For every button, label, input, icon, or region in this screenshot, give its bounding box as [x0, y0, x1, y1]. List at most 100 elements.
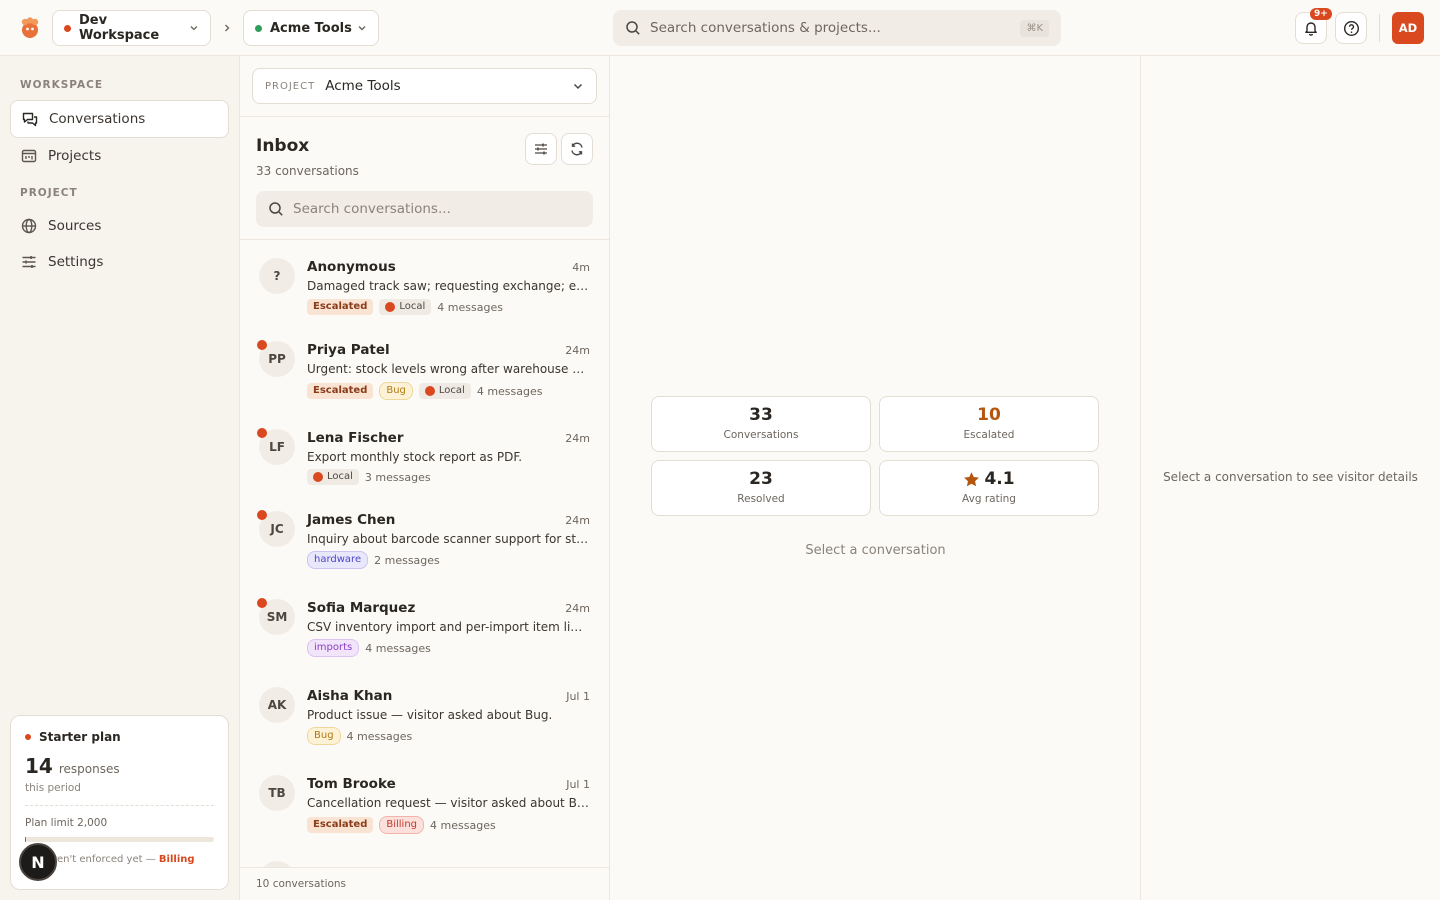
project-select-value: Acme Tools — [325, 78, 401, 94]
avatar: ? — [259, 258, 295, 294]
conversation-search-placeholder: Search conversations... — [293, 201, 451, 217]
conversation-visitor-name: Priya Patel — [307, 342, 390, 358]
workspace-status-dot — [64, 24, 71, 32]
conversation-time: 4m — [572, 261, 590, 274]
workspace-switcher[interactable]: Dev Workspace — [52, 10, 211, 46]
conversation-row[interactable]: PP Priya Patel 24m Urgent: stock levels wro… — [240, 323, 609, 411]
conversation-row[interactable]: LF Lena Fischer 24m Export monthly stock re… — [240, 411, 609, 493]
plan-limit: Plan limit 2,000 — [25, 817, 108, 829]
sidebar-item-conversations[interactable]: Conversations — [10, 100, 229, 138]
plan-divider — [25, 805, 214, 806]
conversation-tags: Escalated Local 4 messages — [307, 299, 503, 315]
conversation-visitor-name: Anonymous — [307, 259, 396, 275]
conversation-tags: Local 3 messages — [307, 469, 431, 485]
stat-card-resolved: 23 Resolved — [651, 460, 871, 516]
floating-assistant-button[interactable]: N — [19, 843, 57, 881]
stat-label: Escalated — [963, 429, 1015, 441]
projects-icon — [21, 149, 37, 163]
conversation-time: 24m — [565, 432, 590, 445]
tag-local: Local — [418, 383, 471, 399]
tag-bug: Bug — [307, 727, 341, 745]
tag-bug: Bug — [379, 382, 413, 400]
conversation-tags: Escalated Billing 4 messages — [307, 816, 496, 834]
conversation-row[interactable]: JC James Chen 24m Inquiry about barcode sca… — [240, 493, 609, 581]
message-count: 2 messages — [374, 553, 440, 567]
refresh-button[interactable] — [561, 133, 593, 165]
unread-indicator — [257, 510, 267, 520]
stat-label: Resolved — [737, 493, 785, 505]
message-count: 4 messages — [365, 641, 431, 655]
stat-value: 10 — [977, 405, 1001, 425]
stat-card-rating: 4.1 Avg rating — [879, 460, 1099, 516]
plan-response-count: 14 responses — [25, 754, 214, 778]
message-count: 4 messages — [437, 300, 503, 314]
filter-button[interactable] — [525, 133, 557, 165]
billing-link[interactable]: Billing — [159, 854, 195, 865]
unread-indicator — [257, 428, 267, 438]
conversation-time: Jul 1 — [566, 690, 590, 703]
search-icon — [626, 21, 640, 35]
avatar: AK — [259, 687, 295, 723]
local-source-icon — [313, 472, 323, 482]
notifications-button[interactable]: 9+ — [1295, 8, 1332, 44]
conversation-snippet: Inquiry about barcode scanner support fo… — [307, 532, 590, 546]
breadcrumb-chevron-icon — [225, 24, 230, 32]
divider — [240, 116, 609, 117]
conversation-tags: Escalated Bug Local 4 messages — [307, 382, 543, 400]
tag-local: Local — [379, 299, 432, 315]
plan-period: this period — [25, 782, 81, 794]
conversation-time: 24m — [565, 602, 590, 615]
search-icon — [269, 202, 283, 216]
conversation-visitor-name: Aisha Khan — [307, 688, 393, 704]
stat-card-conversations: 33 Conversations — [651, 396, 871, 452]
tag-label: Local — [399, 301, 426, 312]
conversation-row[interactable]: AK Aisha Khan Jul 1 Product issue — visitor… — [240, 669, 609, 757]
sidebar-item-label: Conversations — [49, 111, 146, 127]
stat-value: 23 — [749, 469, 773, 489]
sidebar-item-settings[interactable]: Settings — [10, 243, 229, 281]
conversation-row[interactable]: TB Tom Brooke Jul 1 Cancellation request — … — [240, 757, 609, 857]
message-count: 4 messages — [430, 818, 496, 832]
project-select[interactable]: PROJECT Acme Tools — [252, 68, 597, 104]
sidebar-item-projects[interactable]: Projects — [10, 137, 229, 175]
tag-imports: imports — [307, 639, 360, 657]
conversation-snippet: Cancellation request — visitor asked abo… — [307, 796, 590, 810]
conversation-visitor-name: James Chen — [307, 512, 396, 528]
stat-value: 4.1 — [984, 469, 1015, 489]
conversation-time: 24m — [565, 344, 590, 357]
conversation-snippet: Export monthly stock report as PDF. — [307, 450, 523, 464]
project-status-dot — [255, 24, 262, 32]
user-avatar[interactable]: AD — [1392, 12, 1424, 44]
conversation-row[interactable]: SM Sofia Marquez 24m CSV inventory import a… — [240, 581, 609, 669]
conversation-snippet: CSV inventory import and per-import item… — [307, 620, 590, 634]
conversation-search-input[interactable]: Search conversations... — [256, 191, 593, 227]
global-search-input[interactable]: Search conversations & projects... ⌘K — [613, 10, 1061, 46]
bell-icon — [1305, 22, 1317, 36]
conversation-visitor-name: Tom Brooke — [307, 776, 396, 792]
inbox-title: Inbox — [256, 136, 310, 156]
project-switcher[interactable]: Acme Tools — [243, 10, 379, 46]
sidebar-item-label: Projects — [48, 148, 102, 164]
unread-indicator — [257, 340, 267, 350]
message-count: 4 messages — [476, 384, 543, 398]
help-button[interactable] — [1335, 12, 1367, 44]
top-bar: Dev Workspace Acme Tools Search conversa… — [0, 0, 1440, 56]
sidebar-item-label: Settings — [48, 254, 104, 270]
chat-icon — [22, 112, 38, 127]
conversation-snippet: Urgent: stock levels wrong after warehou… — [307, 362, 590, 376]
tag-escalated: Escalated — [307, 817, 374, 833]
conversation-view: 33 Conversations 10 Escalated 23 Resolve… — [610, 56, 1141, 900]
sidebar-section-project: PROJECT — [20, 187, 78, 199]
conversation-visitor-name: Sofia Marquez — [307, 600, 416, 616]
toolbar-divider — [1379, 14, 1380, 42]
conversation-time: 24m — [565, 514, 590, 527]
stat-label: Avg rating — [962, 493, 1016, 505]
sliders-icon — [22, 256, 36, 268]
tag-escalated: Escalated — [307, 383, 374, 399]
chevron-down-icon — [190, 26, 198, 31]
plan-name: Starter plan — [39, 730, 121, 744]
app-logo-icon[interactable] — [18, 16, 42, 40]
conversation-tags: imports 4 messages — [307, 639, 431, 657]
conversation-row[interactable]: ? Anonymous 4m Damaged track saw; requestin… — [240, 240, 609, 323]
sidebar-item-sources[interactable]: Sources — [10, 207, 229, 245]
